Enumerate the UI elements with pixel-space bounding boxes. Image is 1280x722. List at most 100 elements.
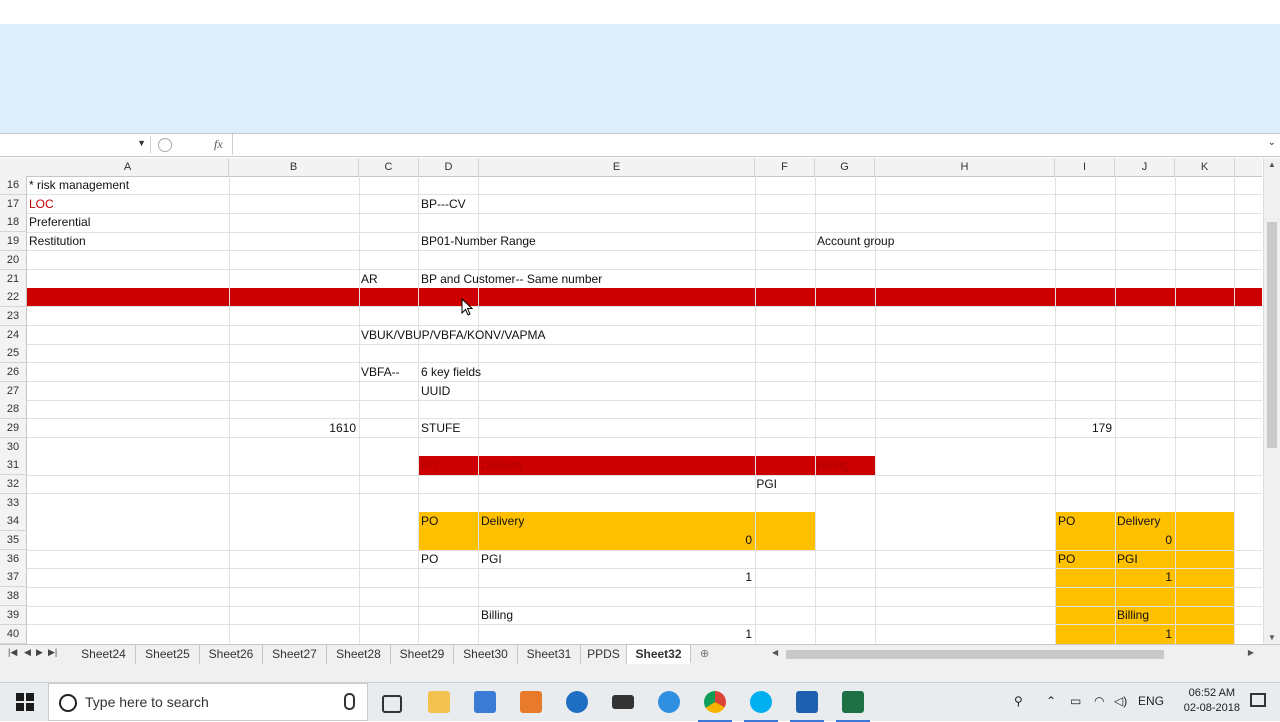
scroll-down-icon[interactable]: ▼ [1268, 633, 1276, 642]
wifi-icon[interactable]: ◠ [1094, 694, 1104, 708]
cell-d34[interactable]: PO [421, 512, 438, 531]
sheet-tab[interactable]: Sheet26 [200, 645, 263, 664]
formula-input[interactable] [232, 134, 1263, 155]
cell-d17[interactable]: BP---CV [421, 195, 466, 214]
microphone-icon[interactable] [344, 693, 355, 710]
cell-d21[interactable]: BP and Customer-- Same number [421, 270, 602, 289]
row-header[interactable]: 38 [0, 587, 27, 606]
cell-b29[interactable]: 1610 [229, 419, 356, 438]
row-header[interactable]: 27 [0, 382, 27, 401]
cell-e34[interactable]: Delivery [481, 512, 524, 531]
horizontal-scrollbar[interactable]: ◀ ▶ [768, 648, 1258, 661]
first-sheet-icon[interactable]: |◀ [8, 647, 17, 658]
cell-grid[interactable]: * risk management LOC Preferential Resti… [27, 176, 1262, 644]
column-header-i[interactable]: I [1055, 158, 1115, 176]
prev-sheet-icon[interactable]: ◀ [24, 647, 31, 658]
outlook-icon[interactable] [790, 691, 824, 722]
last-sheet-icon[interactable]: ▶| [48, 647, 57, 658]
row-header[interactable]: 19 [0, 232, 27, 251]
cell-j40[interactable]: 1 [1115, 625, 1172, 644]
column-header-c[interactable]: C [359, 158, 419, 176]
cell-c26[interactable]: VBFA-- [361, 363, 400, 382]
volume-icon[interactable]: ◁) [1114, 694, 1127, 708]
row-header[interactable]: 37 [0, 568, 27, 587]
horizontal-scroll-thumb[interactable] [786, 650, 1164, 659]
vertical-scroll-thumb[interactable] [1267, 222, 1277, 448]
row-header[interactable]: 17 [0, 195, 27, 214]
next-sheet-icon[interactable]: ▶ [36, 647, 43, 658]
cell-j36[interactable]: PGI [1117, 550, 1138, 569]
cell-d36[interactable]: PO [421, 550, 438, 569]
cell-g19[interactable]: Account group [817, 232, 894, 251]
column-header-k[interactable]: K [1175, 158, 1235, 176]
row-header[interactable]: 29 [0, 419, 27, 438]
cell-e35[interactable]: 0 [478, 531, 752, 550]
column-header-d[interactable]: D [419, 158, 479, 176]
row-header[interactable]: 26 [0, 363, 27, 382]
cell-d29[interactable]: STUFE [421, 419, 460, 438]
cell-j39[interactable]: Billing [1117, 606, 1149, 625]
row-header[interactable]: 32 [0, 475, 27, 494]
cell-j37[interactable]: 1 [1115, 568, 1172, 587]
sheet-tab[interactable]: Sheet25 [136, 645, 200, 664]
mail-icon[interactable] [612, 695, 634, 709]
scroll-left-icon[interactable]: ◀ [772, 648, 778, 657]
cell-d26[interactable]: 6 key fields [421, 363, 481, 382]
scroll-up-icon[interactable]: ▲ [1268, 160, 1276, 169]
row-header[interactable]: 22 [0, 288, 27, 307]
column-header-e[interactable]: E [479, 158, 755, 176]
cell-f32[interactable]: PGI [755, 475, 777, 494]
row-header[interactable]: 34 [0, 512, 27, 531]
cell-d19[interactable]: BP01-Number Range [421, 232, 536, 251]
column-header-g[interactable]: G [815, 158, 875, 176]
column-header-h[interactable]: H [875, 158, 1055, 176]
column-header-j[interactable]: J [1115, 158, 1175, 176]
column-header-b[interactable]: B [229, 158, 359, 176]
insert-sheet-icon[interactable]: ⊕ [700, 647, 709, 660]
vertical-scrollbar[interactable]: ▲ ▼ [1263, 158, 1280, 644]
row-header[interactable]: 31 [0, 456, 27, 475]
cell-e39[interactable]: Billing [481, 606, 513, 625]
battery-icon[interactable]: ▭ [1070, 694, 1081, 708]
name-box-dropdown-icon[interactable]: ▼ [137, 138, 146, 148]
chrome-icon[interactable] [698, 691, 732, 722]
powerpoint-like-icon[interactable] [520, 691, 542, 713]
sheet-tab[interactable]: Sheet31 [518, 645, 581, 664]
cell-e40[interactable]: 1 [478, 625, 752, 644]
cell-a19[interactable]: Restitution [29, 232, 86, 251]
sheet-tab[interactable]: Sheet24 [72, 645, 136, 664]
column-header-a[interactable]: A [27, 158, 229, 176]
row-header[interactable]: 21 [0, 270, 27, 289]
language-indicator[interactable]: ENG [1138, 694, 1164, 708]
taskbar-search-box[interactable]: Type here to search [48, 683, 368, 721]
cell-e37[interactable]: 1 [478, 568, 752, 587]
cell-e31[interactable]: Delivery [481, 456, 524, 475]
row-header[interactable]: 33 [0, 494, 27, 513]
sheet-tab[interactable]: PPDS [581, 645, 627, 664]
cell-a18[interactable]: Preferential [29, 213, 90, 232]
name-box[interactable]: ▼ [2, 136, 151, 153]
row-header[interactable]: 36 [0, 550, 27, 569]
sheet-tab[interactable]: Sheet29 [391, 645, 454, 664]
row-header[interactable]: 18 [0, 213, 27, 232]
cell-a17[interactable]: LOC [29, 195, 54, 214]
row-header[interactable]: 35 [0, 531, 27, 550]
cell-d27[interactable]: UUID [421, 382, 450, 401]
store-icon[interactable] [474, 691, 496, 713]
cell-e36[interactable]: PGI [481, 550, 502, 569]
cell-c24[interactable]: VBUK/VBUP/VBFA/KONV/VAPMA [361, 326, 546, 345]
expand-formula-bar-icon[interactable]: ⌄ [1268, 137, 1276, 148]
sheet-tab[interactable]: Sheet30 [454, 645, 518, 664]
row-header[interactable]: 39 [0, 606, 27, 625]
row-header[interactable]: 25 [0, 344, 27, 363]
action-center-icon[interactable] [1250, 693, 1266, 707]
cell-j35[interactable]: 0 [1115, 531, 1172, 550]
row-header[interactable]: 24 [0, 326, 27, 345]
show-hidden-icons-icon[interactable]: ⌃ [1046, 694, 1056, 708]
row-header[interactable]: 20 [0, 251, 27, 270]
row-header[interactable]: 23 [0, 307, 27, 326]
people-icon[interactable]: ⚲ [1014, 694, 1023, 708]
sheet-tab[interactable]: Sheet27 [263, 645, 327, 664]
sheet-tab-active[interactable]: Sheet32 [627, 645, 691, 664]
cell-i36[interactable]: PO [1058, 550, 1075, 569]
